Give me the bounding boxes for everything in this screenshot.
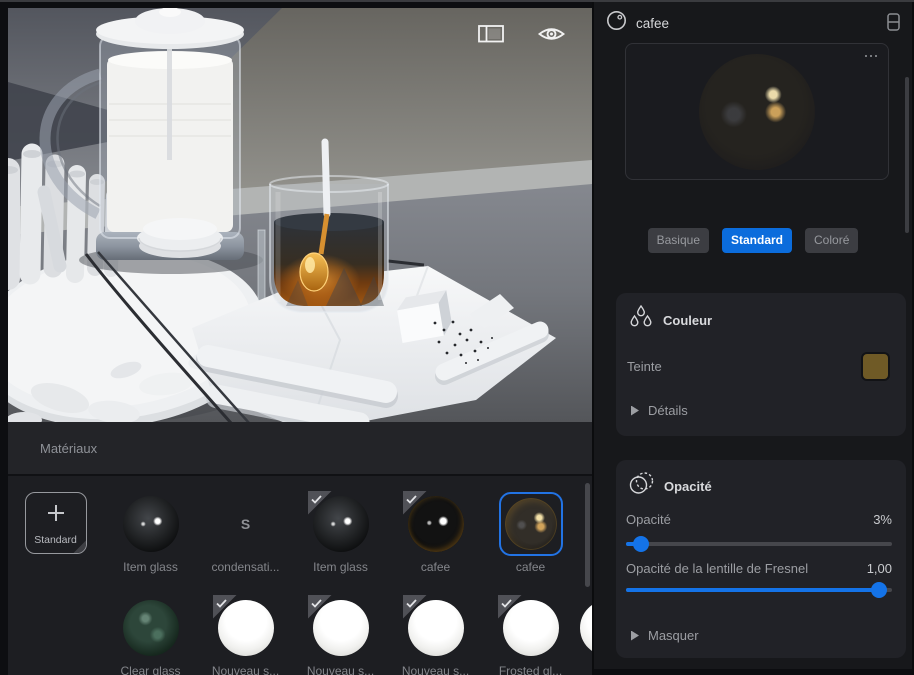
opacity-row: Opacité 3% xyxy=(626,512,892,527)
materials-header: Matériaux xyxy=(8,422,592,476)
material-tile[interactable]: S condensati... xyxy=(198,492,293,574)
fresnel-slider[interactable] xyxy=(626,582,892,598)
material-inspector-panel: cafee Basique Standard Coloré xyxy=(592,0,914,675)
material-label: Nouveau s... xyxy=(307,664,374,675)
slider-handle[interactable] xyxy=(871,582,887,598)
material-sphere-thumb xyxy=(505,498,557,550)
opacity-section-title: Opacité xyxy=(664,479,712,494)
overlapping-circles-icon xyxy=(629,472,654,500)
material-preview-sphere[interactable] xyxy=(699,54,815,170)
tab-standard[interactable]: Standard xyxy=(722,228,792,253)
material-tile-selected[interactable]: cafee xyxy=(483,492,578,574)
tint-label: Teinte xyxy=(627,359,662,374)
tab-basique[interactable]: Basique xyxy=(648,228,709,253)
add-material-thumb: Standard xyxy=(25,492,87,554)
chevron-right-icon xyxy=(631,406,639,416)
slider-track xyxy=(626,542,892,546)
selection-border xyxy=(499,492,563,556)
chevron-right-icon xyxy=(631,631,639,641)
material-label: Item glass xyxy=(123,560,178,574)
eye-icon xyxy=(538,26,566,42)
material-tile[interactable]: cafee xyxy=(388,492,483,574)
inspector-header: cafee xyxy=(594,2,912,44)
fresnel-row: Opacité de la lentille de Fresnel 1,00 xyxy=(626,561,892,576)
material-tile[interactable]: Nouveau s... xyxy=(293,596,388,675)
slider-fill xyxy=(626,588,879,592)
material-sphere-thumb xyxy=(313,496,369,552)
material-tile[interactable]: Nouveau s... xyxy=(198,596,293,675)
opacity-section-card: Opacité Opacité 3% Opacité de la lentill… xyxy=(616,460,906,658)
material-tile[interactable]: Nouveau s... xyxy=(388,596,483,675)
tint-row: Teinte xyxy=(627,352,890,381)
device-icon[interactable] xyxy=(887,13,900,34)
droplets-icon xyxy=(629,305,653,335)
material-label: cafee xyxy=(516,560,545,574)
material-sphere-thumb xyxy=(408,600,464,656)
add-material-label: Standard xyxy=(26,534,86,546)
fresnel-label: Opacité de la lentille de Fresnel xyxy=(626,561,808,576)
window-top-edge xyxy=(0,0,914,2)
inspector-scrollbar[interactable] xyxy=(905,77,909,233)
material-label: Nouveau s... xyxy=(402,664,469,675)
details-label: Détails xyxy=(648,403,688,418)
preview-menu-button[interactable] xyxy=(862,52,880,60)
material-label: Frosted gl... xyxy=(499,664,562,675)
material-sphere-thumb xyxy=(313,600,369,656)
material-tile[interactable]: Clear glass xyxy=(103,596,198,675)
material-label: Clear glass xyxy=(120,664,180,675)
fresnel-value: 1,00 xyxy=(867,561,892,576)
viewport-3d[interactable] xyxy=(8,8,592,422)
materials-scrollbar[interactable] xyxy=(585,483,590,587)
material-tile[interactable]: Item glass xyxy=(293,492,388,574)
tab-colore[interactable]: Coloré xyxy=(805,228,858,253)
plus-icon xyxy=(48,505,64,521)
material-tile[interactable]: Item glass xyxy=(103,492,198,574)
details-expander[interactable]: Détails xyxy=(631,403,688,418)
opacity-value: 3% xyxy=(873,512,892,527)
material-mode-tabs: Basique Standard Coloré xyxy=(594,228,912,253)
material-sphere-thumb xyxy=(123,600,179,656)
material-sphere-thumb xyxy=(218,600,274,656)
tint-color-swatch[interactable] xyxy=(861,352,890,381)
window-bottom-edge xyxy=(594,669,912,675)
substance-file-icon: S xyxy=(241,516,250,532)
opacity-label: Opacité xyxy=(626,512,671,527)
material-label: Nouveau s... xyxy=(212,664,279,675)
color-section-title: Couleur xyxy=(663,313,712,328)
slider-handle[interactable] xyxy=(633,536,649,552)
visibility-button[interactable] xyxy=(538,25,566,43)
material-label: Item glass xyxy=(313,560,368,574)
material-sphere-icon xyxy=(606,10,627,36)
materials-title: Matériaux xyxy=(40,441,97,456)
mask-label: Masquer xyxy=(648,628,699,643)
material-sphere-thumb xyxy=(123,496,179,552)
material-label: condensati... xyxy=(211,560,279,574)
material-tile-spacer xyxy=(8,596,103,675)
material-label: cafee xyxy=(421,560,450,574)
application-window: Matériaux Standard Item glass S condensa… xyxy=(0,0,914,675)
scene-render xyxy=(8,8,592,422)
material-tile-standard-new[interactable]: Standard xyxy=(8,492,103,574)
material-sphere-thumb xyxy=(408,496,464,552)
color-section-card: Couleur Teinte Détails xyxy=(616,293,906,436)
mask-expander[interactable]: Masquer xyxy=(631,628,699,643)
materials-grid: Standard Item glass S condensati... xyxy=(8,476,592,675)
material-tile[interactable]: Frosted gl... xyxy=(483,596,578,675)
panel-toggle-button[interactable] xyxy=(478,25,506,43)
material-preview-card xyxy=(625,43,889,180)
material-name-title: cafee xyxy=(636,16,669,31)
panel-layout-icon xyxy=(478,25,506,43)
material-sphere-thumb xyxy=(503,600,559,656)
ellipsis-icon xyxy=(865,55,868,58)
opacity-slider[interactable] xyxy=(626,536,892,552)
